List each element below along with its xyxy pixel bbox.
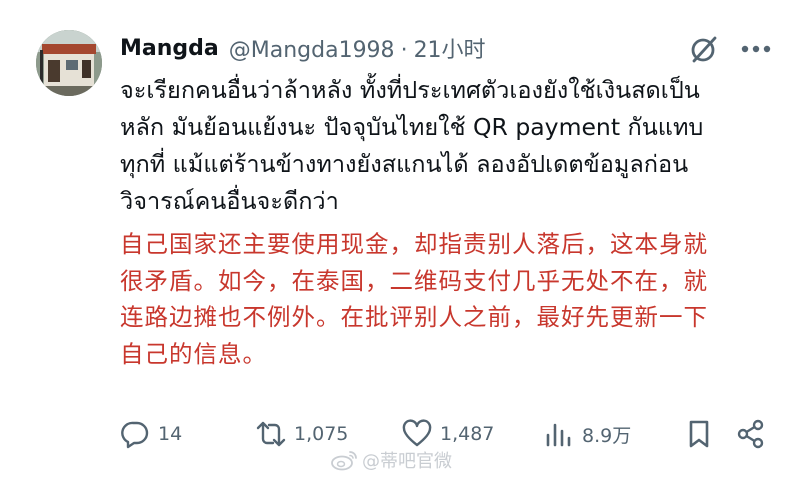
view-count: 8.9万 [582, 424, 632, 447]
views-button[interactable]: 8.9万 [544, 414, 631, 454]
reply-count: 14 [158, 423, 183, 445]
heart-icon [402, 419, 432, 447]
weibo-icon [331, 451, 357, 471]
post-translation: 自己国家还主要使用现金，却指责别人落后，这本身就 很矛盾。如今，在泰国，二维码支… [120, 230, 708, 368]
like-count: 1,487 [440, 423, 495, 445]
share-icon [737, 419, 764, 449]
post-text: จะเรียกคนอื่นว่าล้าหลัง ทั้งที่ประเทศตัว… [120, 76, 704, 215]
avatar-image [36, 30, 102, 96]
author-handle[interactable]: @Mangda1998 [229, 38, 395, 63]
views-icon [546, 423, 571, 447]
post-header: Mangda @Mangda1998 · 21小时 [120, 30, 492, 66]
author-name[interactable]: Mangda [120, 36, 219, 61]
post-time[interactable]: 21小时 [414, 38, 486, 63]
repost-count: 1,075 [294, 423, 349, 445]
repost-icon [256, 421, 286, 447]
reply-icon [121, 421, 149, 449]
watermark: @蒂吧官微 [330, 448, 452, 472]
author-meta: @Mangda1998 · 21小时 [229, 32, 492, 64]
more-icon[interactable] [738, 33, 774, 65]
watermark-text: @蒂吧官微 [362, 451, 452, 472]
avatar[interactable] [36, 30, 102, 96]
reply-button[interactable]: 14 [120, 414, 182, 454]
share-button[interactable] [736, 414, 766, 454]
bookmark-button[interactable] [684, 414, 714, 454]
grok-icon[interactable] [688, 33, 720, 65]
tweet: Mangda @Mangda1998 · 21小时 จะเรียกคนอื่นว่า… [0, 0, 800, 479]
separator: · [400, 38, 408, 63]
bookmark-icon [689, 420, 709, 448]
